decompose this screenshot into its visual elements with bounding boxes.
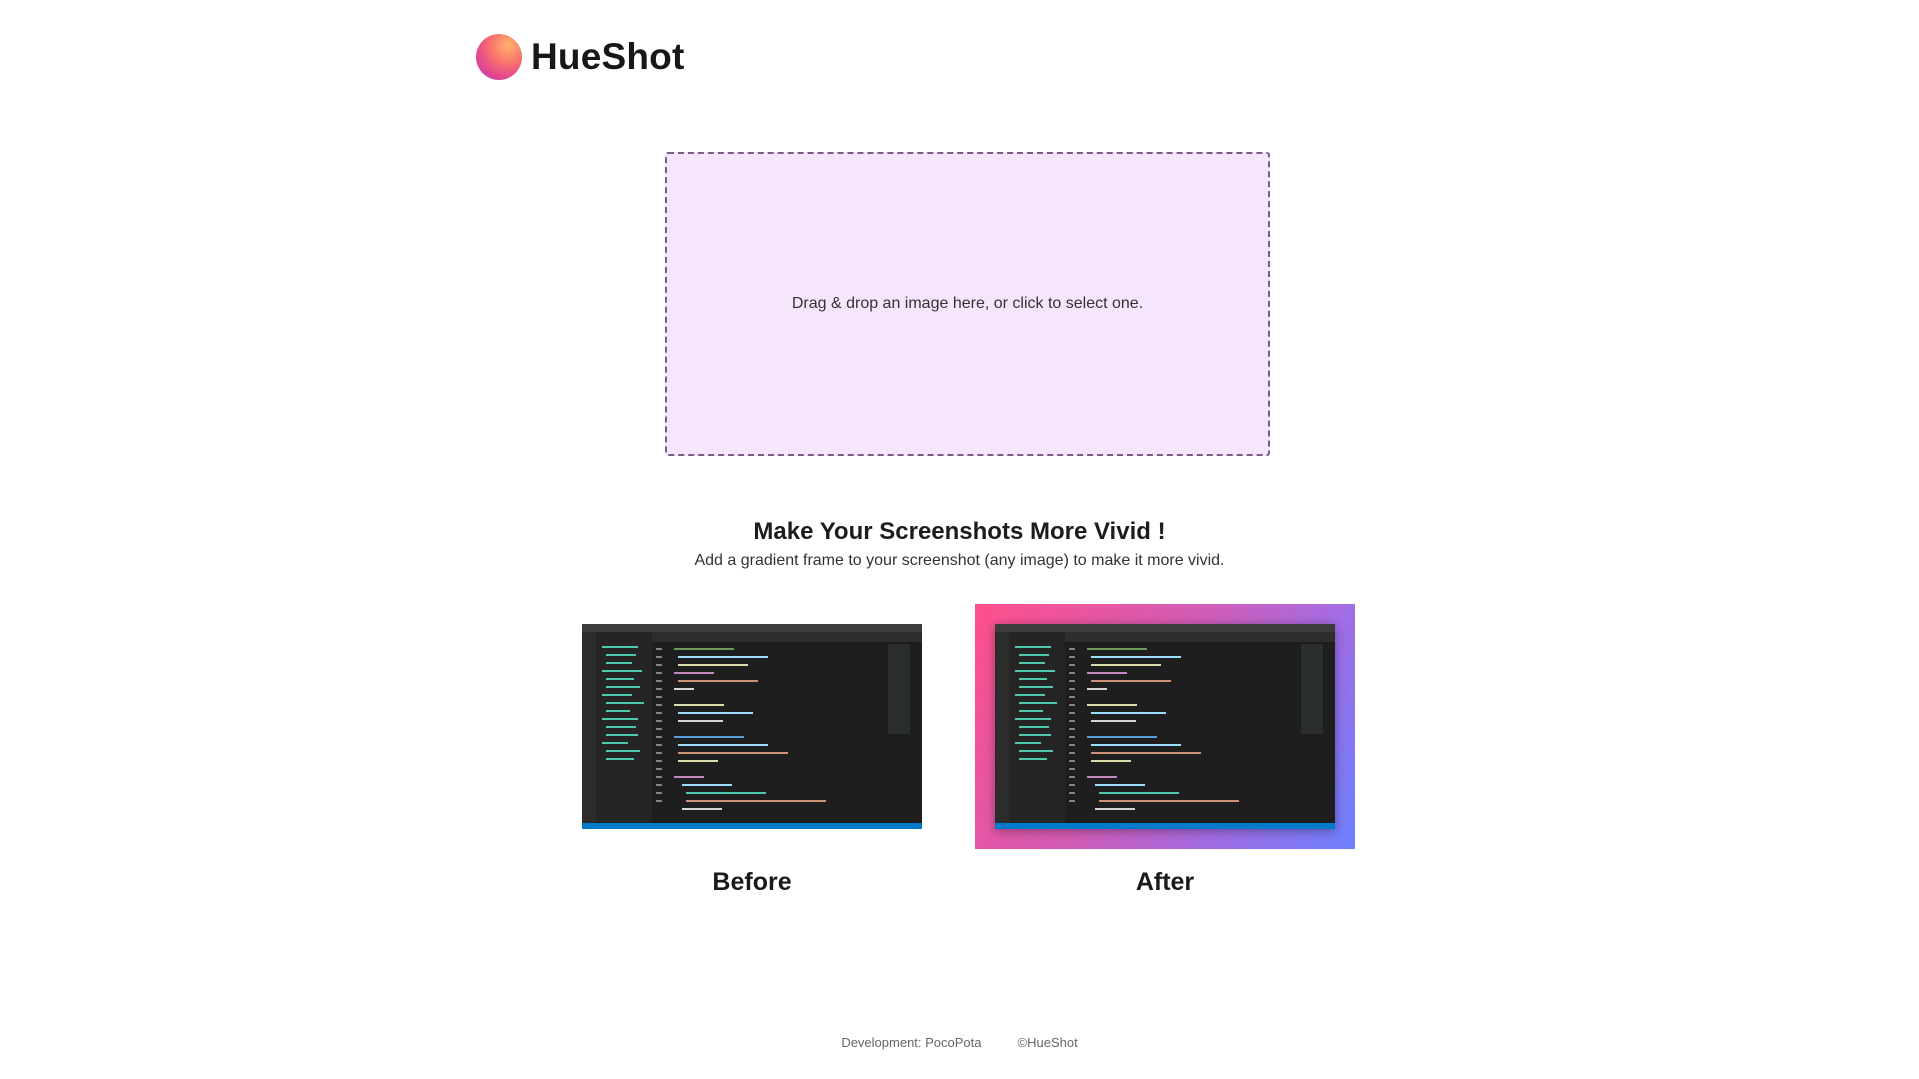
code-editor-screenshot-after <box>995 624 1335 829</box>
code-editor-screenshot-before <box>582 624 922 829</box>
logo-mark-icon <box>476 34 522 80</box>
dropzone-instructions: Drag & drop an image here, or click to s… <box>791 295 1144 312</box>
before-caption: Before <box>712 868 792 896</box>
before-example-image <box>582 624 922 829</box>
page-subheading: Add a gradient frame to your screenshot … <box>694 552 1225 569</box>
footer-copyright: ©HueShot <box>1017 1035 1078 1050</box>
footer-developer-credit: Development: PocoPota <box>841 1035 982 1050</box>
after-example-image <box>995 624 1335 829</box>
logo[interactable]: HueShot <box>476 33 685 81</box>
image-dropzone[interactable]: Drag & drop an image here, or click to s… <box>665 152 1270 456</box>
after-example-frame <box>975 604 1355 849</box>
page-heading: Make Your Screenshots More Vivid ! <box>753 518 1166 545</box>
logo-text: HueShot <box>531 36 685 77</box>
after-caption: After <box>1135 868 1195 896</box>
footer: Development: PocoPota ©HueShot <box>0 1035 1919 1050</box>
